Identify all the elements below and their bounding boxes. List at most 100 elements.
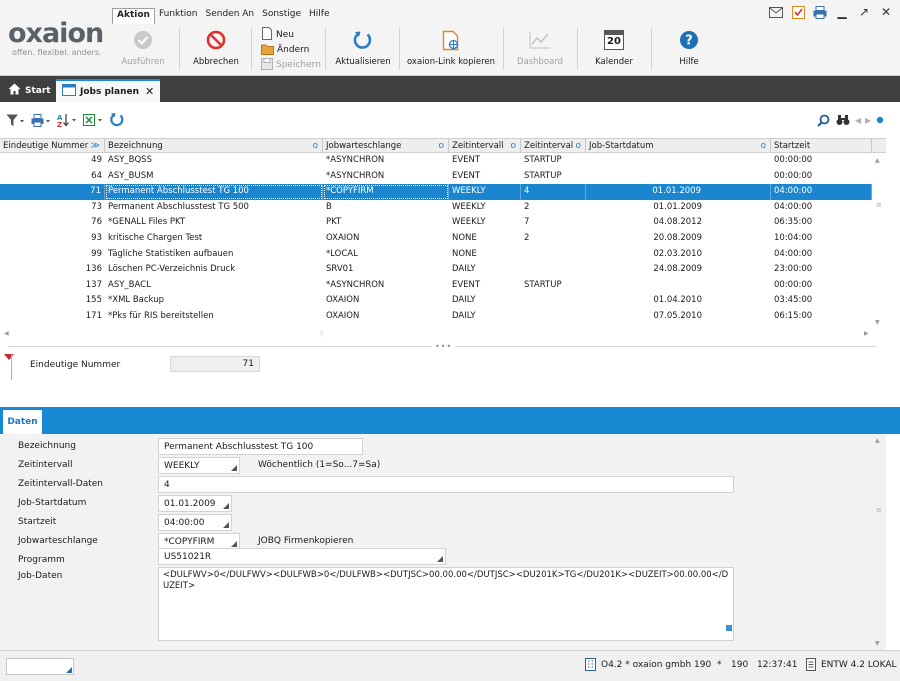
cell-zeitintervall: EVENT	[452, 279, 481, 290]
programm-label: Programm	[18, 555, 65, 565]
search-icon[interactable]	[817, 112, 830, 128]
column-header-nummer[interactable]: Eindeutige Nummer ≫	[0, 139, 105, 153]
toolbar-separator	[577, 28, 578, 70]
cell-startdatum: 24.08.2009	[653, 264, 702, 275]
minimize-icon[interactable]: ▁	[834, 4, 850, 20]
link-kopieren-button[interactable]: oxaion-Link kopieren	[405, 28, 497, 72]
startzeit-field[interactable]: 04:00:00	[158, 514, 232, 531]
table-row[interactable]: 155 *XML Backup OXAION DAILY 01.04.2010 03:45…	[0, 293, 872, 309]
cell-bezeichnung: ASY_BACL	[108, 279, 151, 290]
filter-icon[interactable]	[6, 112, 24, 128]
column-header-zeitintervall[interactable]: Zeitintervall o	[449, 139, 521, 153]
mail-icon[interactable]	[768, 4, 784, 20]
scroll-down-icon[interactable]: ▼	[875, 319, 880, 326]
scroll-up-icon[interactable]: ▲	[875, 437, 880, 444]
neu-button[interactable]: Neu	[261, 27, 294, 42]
document-icon	[806, 658, 816, 674]
table-row[interactable]: 71 Permanent Abschlusstest TG 100 *COPYFIR…	[0, 184, 872, 200]
ausfuehren-label: Ausführen	[121, 57, 165, 67]
export-excel-icon[interactable]	[83, 112, 103, 128]
startdatum-field[interactable]: 01.01.2009	[158, 495, 232, 512]
previous-icon[interactable]: ◀	[855, 112, 861, 128]
menu-hilfe[interactable]: Hilfe	[305, 8, 333, 24]
oxaion-logo: oxaion offen. flexibel. anders.	[8, 18, 104, 66]
table-row[interactable]: 49 ASY_BQSS *ASYNCHRON EVENT STARTUP 00:00:00	[0, 153, 872, 169]
menu-aktion[interactable]: Aktion	[112, 8, 155, 24]
zeitintervall-daten-field[interactable]: 4	[158, 476, 734, 493]
jobdaten-textarea[interactable]: <DULFWV>0</DULFWV><DULFWB>0</DULFWB><DUT…	[158, 567, 734, 641]
dropdown-corner-icon	[231, 465, 237, 471]
next-icon[interactable]: ▶	[865, 112, 871, 128]
column-header-startzeit[interactable]: Startzeit	[771, 139, 872, 153]
cell-zeitinterval-daten: 4	[521, 184, 586, 200]
restore-icon[interactable]: ↗	[856, 4, 872, 20]
table-row[interactable]: 171 *Pks für RIS bereitstellen OXAION DAILY…	[0, 309, 872, 325]
table-row[interactable]: 137 ASY_BACL *ASYNCHRON EVENT STARTUP 00:00:0…	[0, 278, 872, 294]
scroll-grip-icon[interactable]: ≡	[876, 506, 882, 514]
scroll-down-icon[interactable]: ▼	[875, 640, 880, 647]
zeitintervall-value: WEEKLY	[164, 461, 200, 471]
sort-icon[interactable]: AZ	[57, 112, 77, 128]
column-filter-icon: o	[575, 141, 581, 151]
table-row[interactable]: 73 Permanent Abschlusstest TG 500 B WEEKLY 2…	[0, 200, 872, 216]
print-grid-icon[interactable]	[31, 112, 51, 128]
binoculars-icon[interactable]	[836, 112, 850, 128]
close-tab-icon[interactable]: ✕	[145, 85, 154, 98]
menu-senden-an[interactable]: Senden An	[201, 8, 258, 24]
cell-startdatum: 07.05.2010	[653, 311, 702, 321]
task-check-icon[interactable]	[790, 4, 806, 20]
menu-funktion[interactable]: Funktion	[155, 8, 202, 24]
cell-zeitinterval-daten: 2	[524, 201, 530, 212]
calendar-day: 20	[607, 36, 621, 47]
kalender-button[interactable]: 20 Kalender	[589, 28, 639, 72]
close-icon[interactable]: ✕	[878, 4, 894, 20]
toolbar-separator	[325, 28, 326, 70]
tab-daten[interactable]: Daten	[3, 410, 42, 434]
scroll-right-icon[interactable]: ▶	[864, 330, 869, 337]
splitter-handle-icon[interactable]: •••	[432, 342, 456, 351]
form-vertical-scrollbar[interactable]: ▲ ≡ ▼	[872, 434, 886, 650]
scroll-up-icon[interactable]: ▲	[875, 157, 880, 164]
menu-sonstige[interactable]: Sonstige	[258, 8, 305, 24]
scroll-grip-icon[interactable]: ≡	[876, 201, 882, 209]
dropdown-corner-icon	[223, 522, 229, 528]
toolbar-separator	[651, 28, 652, 70]
table-vertical-scrollbar[interactable]: ▲ ≡ ▼	[872, 153, 886, 329]
abbrechen-button[interactable]: Abbrechen	[190, 28, 242, 72]
table-row[interactable]: 99 Tägliche Statistiken aufbauen *LOCAL NON…	[0, 247, 872, 263]
scroll-left-icon[interactable]: ◀	[4, 330, 9, 337]
bezeichnung-field[interactable]: Permanent Abschlusstest TG 100	[158, 438, 363, 455]
cell-startdatum: 01.04.2010	[653, 295, 702, 306]
zeitintervall-select[interactable]: WEEKLY	[158, 457, 240, 474]
programm-field[interactable]: US51021R	[158, 548, 446, 565]
collapse-arrow-icon[interactable]	[4, 354, 14, 360]
cell-startdatum	[586, 153, 771, 169]
status-star: *	[717, 660, 722, 670]
column-header-zeitinterval-daten[interactable]: Zeitinterval o	[521, 139, 586, 153]
dashboard-button[interactable]: Dashboard	[513, 28, 567, 72]
column-header-startdatum[interactable]: Job-Startdatum o	[586, 139, 771, 153]
table-row[interactable]: 93 kritische Chargen Test OXAION NONE 2 20.08…	[0, 231, 872, 247]
table-row[interactable]: 76 *GENALL Files PKT PKT WEEKLY 7 04.08.2012 0…	[0, 215, 872, 231]
cell-nummer: 64	[91, 170, 102, 181]
table-horizontal-scrollbar[interactable]: ◀ ⦙⦙ ▶	[0, 329, 886, 340]
ausfuehren-button[interactable]: Ausführen	[118, 28, 168, 72]
aendern-button[interactable]: Ändern	[261, 43, 309, 57]
speichern-button[interactable]: Speichern	[261, 57, 321, 72]
aktualisieren-button[interactable]: Aktualisieren	[333, 28, 393, 72]
resize-handle-icon[interactable]	[726, 625, 732, 631]
refresh-grid-icon[interactable]	[109, 112, 125, 128]
command-input[interactable]	[6, 658, 74, 675]
hilfe-button[interactable]: ? Hilfe	[669, 28, 709, 72]
printer-icon[interactable]	[812, 4, 828, 20]
table-row[interactable]: 64 ASY_BUSM *ASYNCHRON EVENT STARTUP 00:00:00	[0, 169, 872, 185]
column-header-jobwarteschlange[interactable]: Jobwarteschlange o	[323, 139, 449, 153]
table-row[interactable]: 136 Löschen PC-Verzeichnis Druck SRV01 DAIL…	[0, 262, 872, 278]
cell-zeitintervall: WEEKLY	[449, 184, 521, 200]
tab-jobs-planen[interactable]: Jobs planen ✕	[56, 79, 161, 102]
scroll-grip-icon[interactable]: ⦙⦙	[320, 329, 324, 339]
tab-start[interactable]: Start	[2, 79, 57, 102]
startdatum-value: 01.01.2009	[164, 499, 216, 509]
column-header-label: Eindeutige Nummer	[3, 141, 89, 151]
column-header-bezeichnung[interactable]: Bezeichnung o	[105, 139, 323, 153]
